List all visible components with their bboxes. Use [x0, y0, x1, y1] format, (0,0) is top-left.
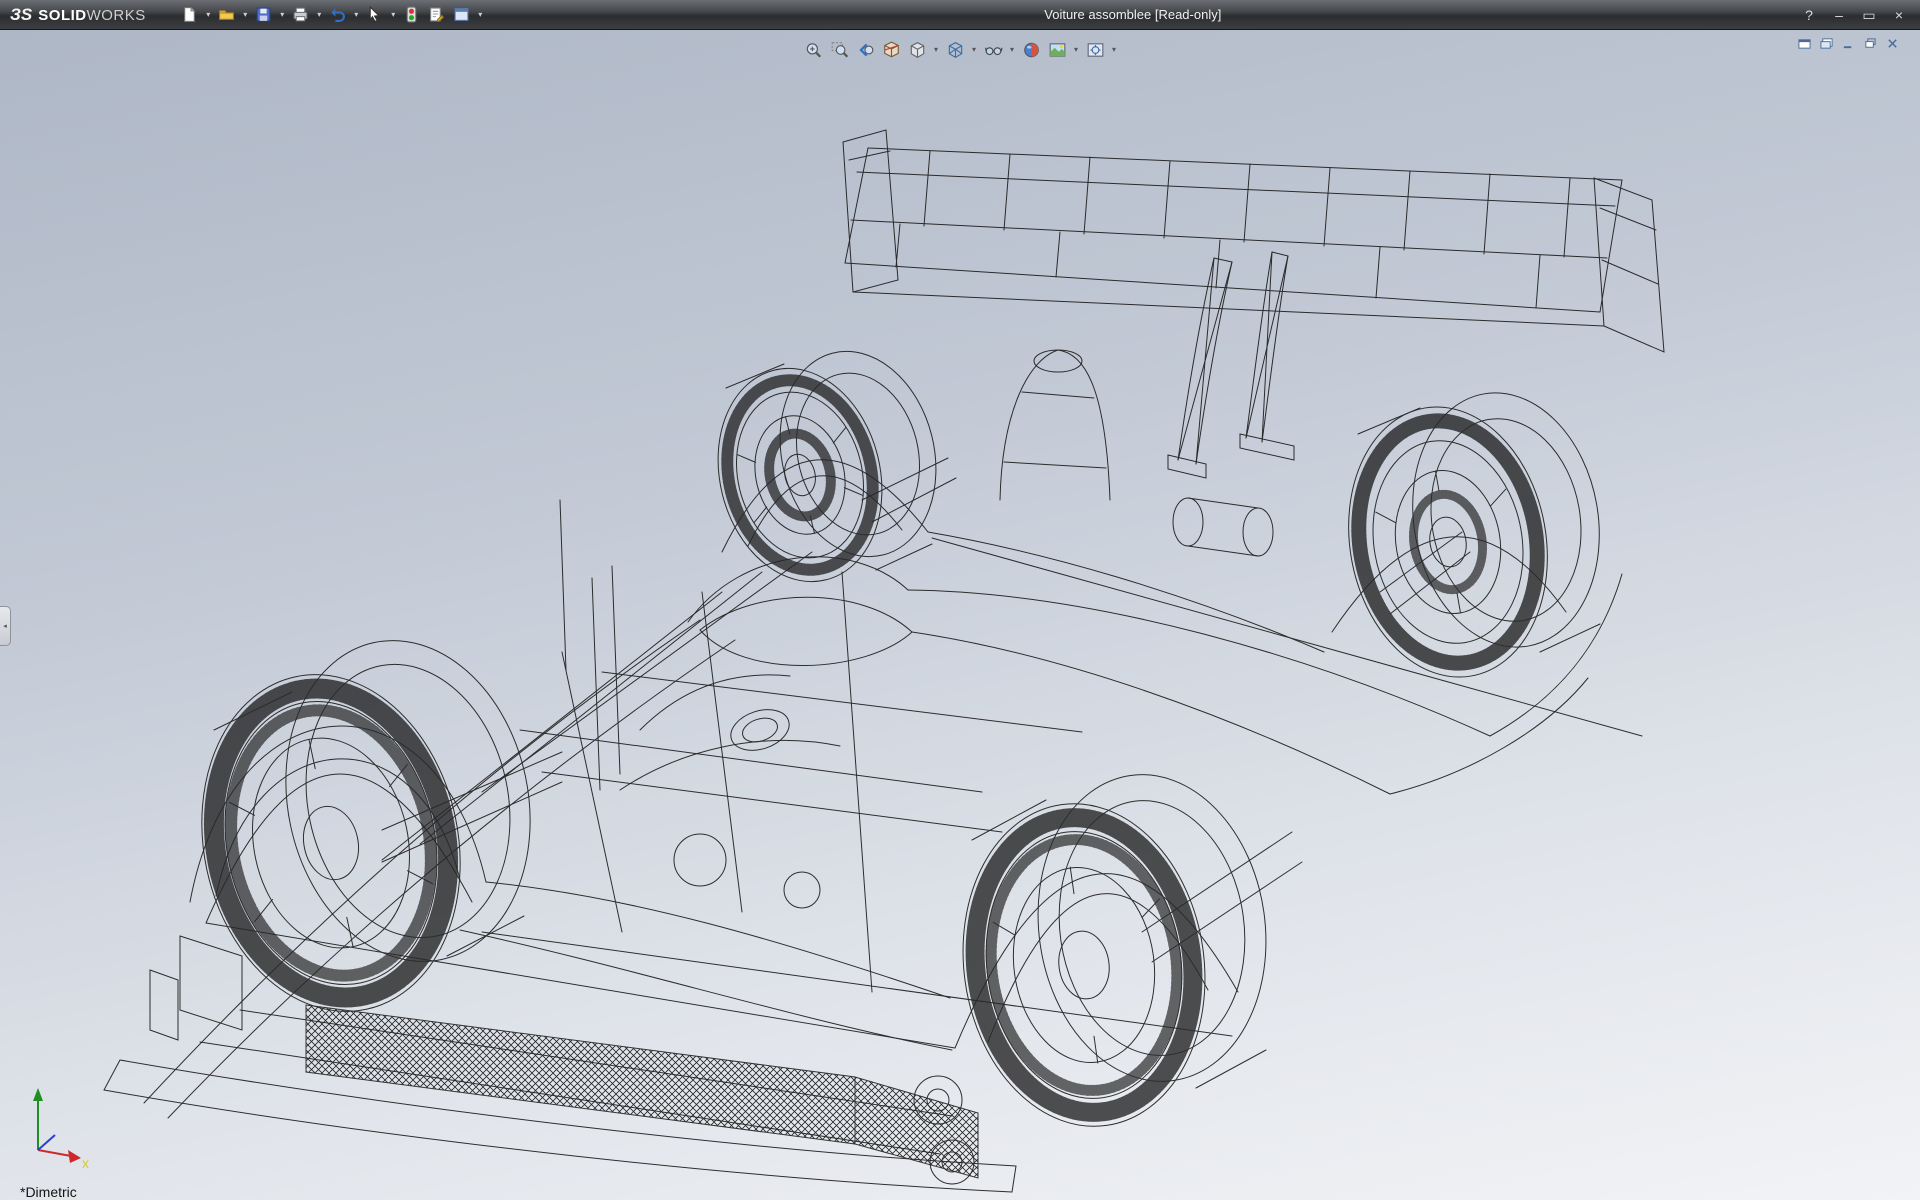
mdi-minimize-button[interactable]	[1839, 35, 1858, 51]
triad-z-axis-icon	[38, 1135, 55, 1150]
new-document-icon	[181, 6, 198, 23]
hide-show-items-button[interactable]	[981, 37, 1006, 62]
save-document-dropdown[interactable]: ▾	[277, 3, 288, 27]
view-settings-icon	[1086, 41, 1104, 59]
brand-name-light: WORKS	[87, 7, 146, 24]
mdi-window-next-button[interactable]	[1817, 35, 1836, 51]
undo-button[interactable]	[326, 3, 350, 27]
view-settings-button[interactable]	[1083, 37, 1108, 62]
document-title: Voiture assomblee [Read-only]	[1044, 7, 1221, 22]
help-button[interactable]: ?	[1794, 4, 1824, 26]
orientation-triad: x	[16, 1072, 108, 1176]
apply-scene-dropdown[interactable]: ▾	[1071, 38, 1082, 62]
triad-x-axis-icon	[68, 1150, 81, 1163]
rebuild-button[interactable]	[400, 3, 424, 27]
previous-view-icon	[856, 41, 874, 59]
window-minimize-button[interactable]: –	[1824, 4, 1854, 26]
wheel-rear-left	[943, 760, 1286, 1142]
task-pane-collapsed-tab[interactable]: ◂	[0, 606, 11, 646]
triad-y-axis-icon	[33, 1088, 43, 1101]
print-document-button[interactable]	[289, 3, 313, 27]
chevron-left-icon: ◂	[3, 622, 7, 630]
window-restore-button[interactable]: ▭	[1854, 4, 1884, 26]
save-icon	[255, 6, 272, 23]
wheel-front-right	[696, 335, 957, 599]
view-settings-dropdown[interactable]: ▾	[1109, 38, 1120, 62]
edit-appearance-button[interactable]	[1019, 37, 1044, 62]
edit-appearance-icon	[1022, 41, 1040, 59]
view-orientation-label: *Dimetric	[20, 1184, 77, 1200]
open-document-button[interactable]	[215, 3, 239, 27]
options-dropdown[interactable]: ▾	[475, 3, 486, 27]
hide-show-icon	[984, 41, 1002, 59]
roll-hoop	[1000, 350, 1273, 556]
rebuild-icon	[403, 6, 420, 23]
window-controls: ?–▭×	[1794, 0, 1914, 30]
print-document-dropdown[interactable]: ▾	[314, 3, 325, 27]
display-style-dropdown[interactable]: ▾	[969, 38, 980, 62]
options-icon	[453, 6, 470, 23]
brand-name-bold: SOLID	[38, 7, 86, 24]
heads-up-toolbar: ▾ ▾ ▾ ▾ ▾	[795, 35, 1126, 64]
main-toolbar: ▾ ▾ ▾ ▾ ▾ ▾ ▾	[164, 3, 486, 27]
file-properties-icon	[428, 6, 445, 23]
mdi-close-button[interactable]	[1883, 35, 1902, 51]
file-properties-button[interactable]	[425, 3, 449, 27]
front-splitter	[104, 1005, 1016, 1192]
view-orientation-dropdown[interactable]: ▾	[931, 38, 942, 62]
dassault-logo-icon: ЗS	[10, 5, 32, 25]
apply-scene-icon	[1048, 41, 1066, 59]
hide-show-items-dropdown[interactable]: ▾	[1007, 38, 1018, 62]
undo-dropdown[interactable]: ▾	[351, 3, 362, 27]
wheel-rear-right	[1328, 378, 1619, 693]
zoom-to-fit-button[interactable]	[801, 37, 826, 62]
section-view-button[interactable]	[879, 37, 904, 62]
graphics-area[interactable]: ▾ ▾ ▾ ▾ ▾ ◂ x *Dimetric	[0, 30, 1920, 1200]
wing-supports	[1168, 252, 1294, 478]
window-close-button[interactable]: ×	[1884, 4, 1914, 26]
zoom-to-area-button[interactable]	[827, 37, 852, 62]
select-button[interactable]	[363, 3, 387, 27]
view-orientation-icon	[908, 41, 926, 59]
triad-x-label: x	[82, 1155, 89, 1171]
display-style-icon	[946, 41, 964, 59]
zoom-fit-icon	[804, 41, 822, 59]
view-orientation-button[interactable]	[905, 37, 930, 62]
select-dropdown[interactable]: ▾	[388, 3, 399, 27]
open-document-dropdown[interactable]: ▾	[240, 3, 251, 27]
previous-view-button[interactable]	[853, 37, 878, 62]
wheel-front-left	[171, 618, 559, 1036]
print-icon	[292, 6, 309, 23]
mdi-window-previous-button[interactable]	[1795, 35, 1814, 51]
section-view-icon	[882, 41, 900, 59]
zoom-area-icon	[830, 41, 848, 59]
select-cursor-icon	[366, 6, 383, 23]
mdi-restore-button[interactable]	[1861, 35, 1880, 51]
open-folder-icon	[218, 6, 235, 23]
title-bar: ЗS SOLIDWORKS ▾ ▾ ▾ ▾ ▾ ▾ ▾ Voiture assomblee …	[0, 0, 1920, 30]
options-button[interactable]	[450, 3, 474, 27]
new-document-button[interactable]	[178, 3, 202, 27]
mdi-window-controls	[1795, 35, 1902, 51]
apply-scene-button[interactable]	[1045, 37, 1070, 62]
display-style-button[interactable]	[943, 37, 968, 62]
save-document-button[interactable]	[252, 3, 276, 27]
new-document-dropdown[interactable]: ▾	[203, 3, 214, 27]
solidworks-logo: ЗS SOLIDWORKS	[0, 5, 164, 25]
wireframe-model	[0, 30, 1920, 1200]
rear-wing	[843, 130, 1664, 352]
undo-icon	[329, 6, 346, 23]
